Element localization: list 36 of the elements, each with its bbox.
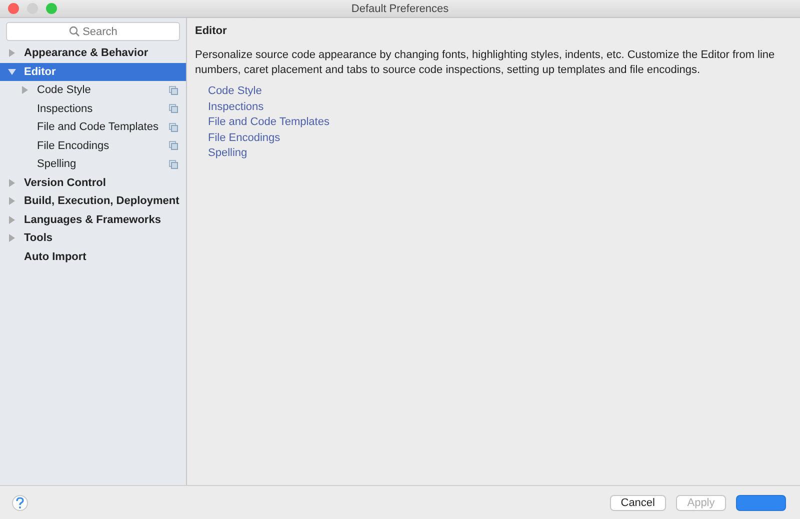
close-button[interactable] <box>8 3 19 14</box>
tree-item[interactable]: Auto Import <box>0 248 186 266</box>
tree-item[interactable]: Tools <box>0 229 186 248</box>
search-icon <box>69 26 80 37</box>
expand-arrow-icon[interactable] <box>8 68 16 76</box>
dialog-button[interactable]: Cancel <box>610 494 666 510</box>
tree-item[interactable]: File Encodings <box>0 136 186 155</box>
minimize-button[interactable] <box>27 3 38 14</box>
expand-arrow-icon[interactable] <box>8 49 16 58</box>
tree-item[interactable]: Spelling <box>0 155 186 174</box>
search-field[interactable]: Search <box>6 22 180 41</box>
help-button[interactable] <box>12 494 28 510</box>
description-text: Personalize source code appearance by changing fonts, highlighting styles, indents, etc. Customize the Editor from line numbers, caret placement and tabs to source code inspections, setting up templates and file encodings. <box>195 48 776 78</box>
tree-item[interactable]: Version Control <box>0 174 186 192</box>
settings-link[interactable]: File and Code Templates <box>208 115 330 130</box>
tree-item[interactable]: Build, Execution, Deployment <box>0 192 186 210</box>
settings-link[interactable]: File Encodings <box>208 130 280 146</box>
tree-item[interactable]: Code Style <box>0 81 186 100</box>
section-title: Editor <box>195 25 228 37</box>
expand-arrow-icon[interactable] <box>8 234 16 242</box>
tree-item[interactable]: File and Code Templates <box>0 118 186 136</box>
zoom-button[interactable] <box>46 3 57 14</box>
expand-arrow-icon[interactable] <box>21 86 29 94</box>
expand-arrow-icon[interactable] <box>8 178 16 187</box>
question-icon <box>15 496 25 508</box>
tree-item[interactable]: Editor <box>0 62 186 81</box>
settings-link[interactable]: Inspections <box>208 100 264 115</box>
window-title: Default Preferences <box>351 2 449 14</box>
expand-arrow-icon[interactable] <box>8 197 16 206</box>
settings-link[interactable]: Spelling <box>208 146 248 162</box>
tree-item[interactable]: Languages & Frameworks <box>0 210 186 229</box>
expand-arrow-icon[interactable] <box>8 216 16 224</box>
settings-link[interactable]: Code Style <box>208 84 262 100</box>
default-button[interactable] <box>736 494 786 510</box>
tree-item[interactable]: Appearance & Behavior <box>0 44 186 62</box>
tree-item[interactable]: Inspections <box>0 100 186 118</box>
